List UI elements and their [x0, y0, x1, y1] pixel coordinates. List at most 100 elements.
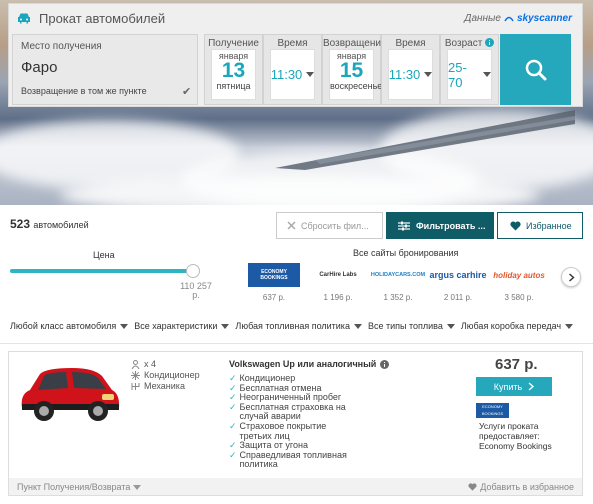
chevron-down-icon: [353, 323, 362, 329]
skyscanner-logo-icon: [504, 16, 514, 22]
car-image: [21, 368, 120, 421]
check-icon: ✓: [229, 401, 237, 412]
info-icon[interactable]: [485, 38, 495, 47]
pickup-time-select[interactable]: 11:30: [270, 49, 315, 100]
filter-button[interactable]: Фильтровать ...: [386, 212, 494, 239]
chevron-down-icon: [483, 72, 491, 77]
divider: [0, 343, 593, 344]
airplane-wing-image: [275, 110, 575, 170]
car-specs: x 4 Кондиционер Механика: [131, 359, 200, 392]
return-date-label: Возвращение: [323, 38, 387, 49]
pickup-weekday: пятница: [216, 81, 251, 91]
filter-transmission[interactable]: Любая коробка передач: [461, 321, 574, 331]
pickup-return-link[interactable]: Пункт Получения/Возврата: [17, 482, 141, 492]
feature-item: ✓ Бесплатная страховка на случай аварии: [229, 401, 346, 422]
car-model: Volkswagen Up или аналогичный: [229, 359, 390, 369]
return-time-select[interactable]: 11:30: [388, 49, 433, 100]
add-to-favorites-link[interactable]: Добавить в избранное: [468, 482, 574, 492]
pickup-time-label: Время: [277, 38, 308, 49]
age-select[interactable]: 25-70: [447, 49, 492, 100]
transmission-spec: Механика: [131, 381, 200, 392]
economy-bookings-logo: ECONOMY BOOKINGS: [248, 263, 300, 287]
search-button[interactable]: [500, 34, 571, 105]
buy-button[interactable]: Купить: [476, 377, 552, 396]
sites-next-button[interactable]: [561, 267, 581, 287]
chevron-down-icon: [306, 72, 315, 77]
filter-fuel-type[interactable]: Все типы топлива: [368, 321, 455, 331]
check-icon: ✓: [229, 420, 237, 431]
site-price: 2 011 р.: [443, 293, 473, 302]
widget-title: Прокат автомобилей: [39, 10, 166, 26]
heart-icon: [510, 220, 521, 230]
person-icon: [131, 360, 140, 369]
site-economy-bookings[interactable]: ECONOMY BOOKINGS 637 р.: [245, 262, 303, 307]
site-holiday-autos[interactable]: holiday autos 3 580 р.: [490, 262, 548, 307]
same-return-checkbox[interactable]: ✔: [182, 85, 191, 98]
car-price: 637 р.: [495, 356, 538, 373]
seats-spec: x 4: [131, 359, 200, 370]
price-filter-label: Цена: [93, 250, 115, 260]
pickup-day: 13: [221, 59, 246, 82]
feature-list: ✓ Кондиционер ✓ Бесплатная отмена ✓ Неогран…: [229, 373, 359, 470]
pickup-time-field[interactable]: Время 11:30: [263, 34, 322, 105]
return-weekday: воскресенье: [330, 81, 383, 91]
info-icon[interactable]: [380, 359, 390, 369]
pickup-date-box[interactable]: января 13 пятница: [211, 49, 256, 100]
site-holidaycars[interactable]: HOLIDAYCARS.COM 1 352 р.: [369, 262, 427, 307]
powered-by: Данные skyscanner: [464, 12, 572, 24]
search-icon: [525, 59, 546, 80]
pickup-location-field[interactable]: Место получения Фаро Возвращение в том ж…: [12, 34, 198, 105]
filter-car-class[interactable]: Любой класс автомобиля: [10, 321, 129, 331]
holiday-autos-logo: holiday autos: [493, 270, 545, 280]
sliders-icon: [398, 221, 410, 230]
return-time-field[interactable]: Время 11:30: [381, 34, 440, 105]
chevron-down-icon: [565, 323, 574, 329]
price-slider-track[interactable]: [10, 269, 198, 273]
site-argus-carhire[interactable]: argus carhire 2 011 р.: [429, 262, 487, 307]
car-icon: [18, 13, 30, 24]
price-max-value: 110 257 р.: [180, 281, 212, 300]
feature-item: ✓ Страховое покрытие третьих лиц: [229, 420, 327, 441]
widget-header: Прокат автомобилей Данные skyscanner: [9, 4, 582, 32]
provider-text: Услуги проката предоставляет: Economy Bo…: [479, 421, 552, 451]
card-footer: Пункт Получения/Возврата Добавить в избр…: [9, 478, 582, 495]
pickup-location-value[interactable]: Фаро: [21, 59, 57, 76]
chevron-down-icon: [132, 484, 141, 490]
chevron-down-icon: [120, 323, 129, 329]
return-day: 15: [339, 59, 364, 82]
favorites-button[interactable]: Избранное: [497, 212, 583, 239]
pickup-date-field[interactable]: Получение января 13 пятница: [204, 34, 263, 105]
filter-dropdowns: Любой класс автомобиля Все характеристик…: [10, 321, 583, 331]
price-slider-handle[interactable]: [186, 264, 200, 278]
site-price: 3 580 р.: [504, 293, 534, 302]
return-date-field[interactable]: Возвращение января 15 воскресенье: [322, 34, 387, 105]
holidaycars-logo: HOLIDAYCARS.COM: [370, 272, 426, 278]
skyscanner-brand: skyscanner: [516, 12, 572, 24]
chevron-down-icon: [221, 323, 230, 329]
return-date-box[interactable]: января 15 воскресенье: [329, 49, 383, 100]
site-price: 1 196 р.: [323, 293, 353, 302]
results-count: 523 автомобилей: [10, 217, 89, 231]
check-icon: ✓: [229, 449, 237, 460]
snowflake-icon: [131, 371, 140, 380]
pickup-time-value: 11:30: [270, 67, 303, 82]
age-field[interactable]: Возраст 25-70: [440, 34, 499, 105]
result-card: x 4 Кондиционер Механика Volkswagen Up и…: [8, 351, 583, 496]
site-price: 1 352 р.: [383, 293, 413, 302]
chevron-right-icon: [568, 272, 575, 282]
site-price: 637 р.: [262, 293, 286, 302]
heart-icon: [468, 482, 477, 491]
filter-fuel-policy[interactable]: Любая топливная политика: [235, 321, 362, 331]
provider-logo: ECONOMY BOOKINGS: [476, 403, 509, 418]
car-rental-widget: Прокат автомобилей Данные skyscanner Мес…: [8, 3, 583, 107]
booking-sites-label: Все сайты бронирования: [353, 248, 459, 258]
pickup-location-label: Место получения: [21, 41, 102, 52]
chevron-down-icon: [446, 323, 455, 329]
chevron-right-icon: [528, 382, 535, 391]
argus-carhire-logo: argus carhire: [429, 269, 487, 280]
site-carhire-labs[interactable]: CarHire Labs 1 196 р.: [309, 262, 367, 307]
reset-filters-button[interactable]: Сбросить фил...: [276, 212, 383, 239]
chevron-down-icon: [424, 72, 433, 77]
filter-features[interactable]: Все характеристики: [134, 321, 230, 331]
close-icon: [287, 221, 296, 230]
